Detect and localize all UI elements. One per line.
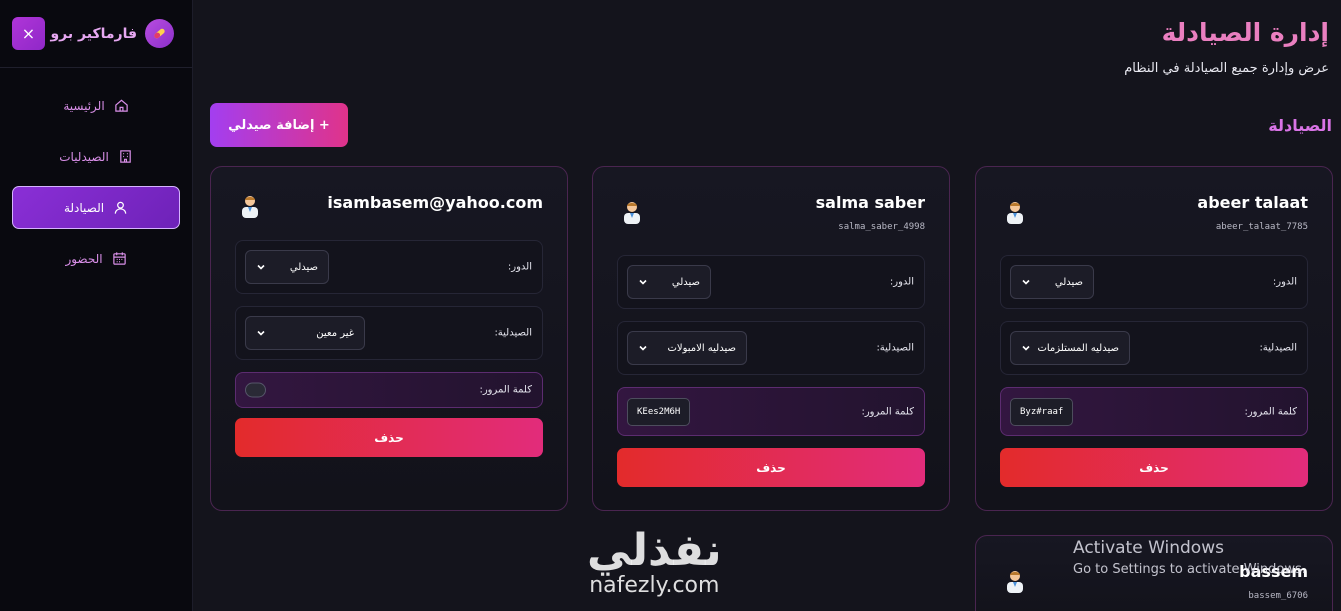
delete-button[interactable]: حذف — [1000, 448, 1308, 487]
activate-title: Activate Windows — [1073, 538, 1224, 558]
brand-name: فارماكير برو — [50, 25, 137, 42]
sidebar-item-label: الصيادلة — [63, 200, 105, 215]
pharmacy-value: صيدليه الامبولات — [667, 342, 736, 354]
pharmacist-card: salma saber salma_saber_4998 الدور: صيدل… — [592, 166, 950, 511]
pharmacy-label: الصيدلية: — [1259, 342, 1297, 354]
section-title: الصيادلة — [1268, 116, 1332, 135]
role-row: الدور: صيدلي — [235, 240, 543, 294]
role-value: صيدلي — [1054, 276, 1083, 288]
password-row: كلمة المرور: — [235, 372, 543, 408]
pharmacist-card: isambasem@yahoo.com الدور: صيدلي الصيدلي… — [210, 166, 568, 511]
role-row: الدور: صيدلي — [617, 255, 925, 309]
pharmacy-value: غير معين — [316, 327, 354, 339]
role-select[interactable]: صيدلي — [627, 265, 711, 299]
card-header: salma saber salma_saber_4998 — [617, 193, 925, 233]
pharmacist-avatar-icon — [621, 199, 643, 225]
watermark-logo-url: nafezly.com — [589, 573, 720, 598]
pharmacist-name: isambasem@yahoo.com — [327, 193, 543, 212]
chevron-down-icon — [257, 264, 265, 270]
pharmacy-label: الصيدلية: — [494, 327, 532, 339]
brand: فارماكير برو — [50, 19, 174, 48]
pill-icon — [145, 19, 174, 48]
close-sidebar-button[interactable]: × — [12, 17, 45, 50]
sidebar-item-pharmacies[interactable]: الصيدليات — [12, 135, 180, 178]
sidebar-item-pharmacists[interactable]: الصيادلة — [12, 186, 180, 229]
pharmacy-row: الصيدلية: صيدليه المستلزمات — [1000, 321, 1308, 375]
chevron-down-icon — [639, 345, 647, 351]
pharmacist-name: abeer talaat — [1197, 193, 1308, 212]
sidebar-item-label: الصيدليات — [59, 149, 109, 164]
sidebar-item-label: الحضور — [65, 251, 103, 266]
page-subtitle: عرض وإدارة جميع الصيادلة في النظام — [1124, 61, 1329, 76]
pharmacist-avatar-icon — [1004, 199, 1026, 225]
role-label: الدور: — [1272, 276, 1297, 288]
user-icon — [113, 200, 128, 215]
pharmacist-card: abeer talaat abeer_talaat_7785 الدور: صي… — [975, 166, 1333, 511]
add-pharmacist-button[interactable]: + إضافة صيدلي — [210, 103, 348, 147]
pharmacy-select[interactable]: صيدليه المستلزمات — [1010, 331, 1130, 365]
delete-button[interactable]: حذف — [235, 418, 543, 457]
role-select[interactable]: صيدلي — [1010, 265, 1094, 299]
role-value: صيدلي — [289, 261, 318, 273]
password-row: كلمة المرور: Byz#raaf — [1000, 387, 1308, 436]
sidebar-item-home[interactable]: الرئيسية — [12, 84, 180, 127]
home-icon — [114, 98, 129, 113]
pharmacist-username: salma_saber_4998 — [838, 222, 925, 232]
role-label: الدور: — [507, 261, 532, 273]
role-select[interactable]: صيدلي — [245, 250, 329, 284]
page-title: إدارة الصيادلة — [1161, 18, 1329, 47]
pharmacy-value: صيدليه المستلزمات — [1037, 342, 1119, 354]
role-row: الدور: صيدلي — [1000, 255, 1308, 309]
card-header: isambasem@yahoo.com — [235, 193, 543, 233]
password-label: كلمة المرور: — [1244, 406, 1297, 417]
role-value: صيدلي — [671, 276, 700, 288]
role-label: الدور: — [889, 276, 914, 288]
card-header: abeer talaat abeer_talaat_7785 — [1000, 193, 1308, 233]
pharmacist-username: bassem_6706 — [1248, 591, 1308, 601]
building-icon — [118, 149, 133, 164]
sidebar: × فارماكير برو الرئيسية الصيدليات الصياد… — [0, 0, 193, 611]
sidebar-header: × فارماكير برو — [0, 0, 192, 68]
password-label: كلمة المرور: — [861, 406, 914, 417]
pharmacy-row: الصيدلية: غير معين — [235, 306, 543, 360]
sidebar-item-attendance[interactable]: الحضور — [12, 237, 180, 280]
pharmacist-avatar-icon — [239, 193, 261, 219]
close-icon: × — [21, 24, 36, 43]
pharmacist-name: salma saber — [815, 193, 925, 212]
chevron-down-icon — [639, 279, 647, 285]
password-value[interactable]: KEes2M6H — [627, 397, 691, 426]
password-label: كلمة المرور: — [479, 384, 532, 396]
password-value[interactable]: Byz#raaf — [1010, 397, 1074, 426]
calendar-icon — [112, 251, 127, 266]
pharmacy-label: الصيدلية: — [876, 342, 914, 354]
sidebar-item-label: الرئيسية — [63, 98, 105, 113]
pharmacy-select[interactable]: صيدليه الامبولات — [627, 331, 747, 365]
sidebar-nav: الرئيسية الصيدليات الصيادلة الحضور — [0, 68, 192, 280]
nafezly-watermark: نفذلي nafezly.com — [587, 528, 722, 598]
activate-windows-notice: Activate Windows Go to Settings to activ… — [1073, 538, 1306, 577]
password-toggle[interactable] — [245, 382, 266, 398]
activate-subtitle: Go to Settings to activate Windows. — [1073, 562, 1306, 577]
chevron-down-icon — [257, 330, 265, 336]
pharmacist-avatar-icon — [1004, 568, 1026, 594]
pharmacy-row: الصيدلية: صيدليه الامبولات — [617, 321, 925, 375]
chevron-down-icon — [1022, 279, 1030, 285]
pharmacy-select[interactable]: غير معين — [245, 316, 365, 350]
chevron-down-icon — [1022, 345, 1030, 351]
delete-button[interactable]: حذف — [617, 448, 925, 487]
watermark-logo-arabic: نفذلي — [587, 525, 722, 576]
password-row: كلمة المرور: KEes2M6H — [617, 387, 925, 436]
pharmacist-username: abeer_talaat_7785 — [1215, 222, 1308, 232]
